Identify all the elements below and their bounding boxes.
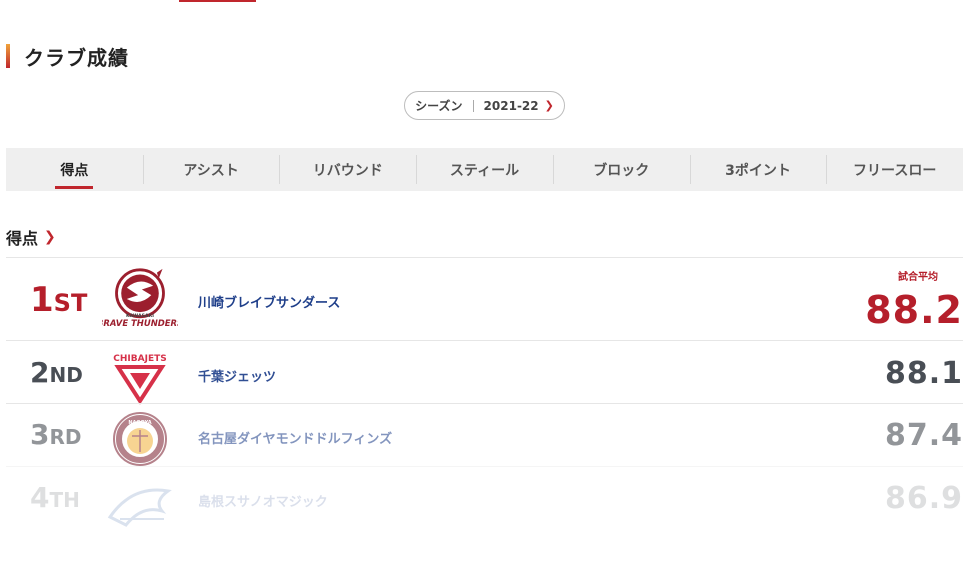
tab-rebounds[interactable]: リバウンド bbox=[279, 148, 416, 191]
stat-value: 88.2 bbox=[865, 288, 963, 332]
team-name-link[interactable]: 川崎ブレイブサンダース bbox=[198, 292, 340, 311]
category-heading-link[interactable]: 得点 ❯ bbox=[6, 225, 56, 249]
rank-label: 2ND bbox=[30, 356, 83, 389]
tab-3-points[interactable]: 3ポイント bbox=[689, 148, 827, 191]
list-divider bbox=[6, 403, 963, 404]
tab-steals[interactable]: スティール bbox=[416, 148, 553, 191]
ranking-row: 2ND CHIBAJETS 千葉ジェッツ 88.1 bbox=[6, 344, 963, 406]
chiba-jets-logo-icon: CHIBAJETS bbox=[113, 354, 167, 405]
top-accent-line bbox=[179, 0, 256, 2]
rank-number: 4 bbox=[30, 481, 50, 514]
ranking-row: 4TH 島根スサノオマジック 86.9 bbox=[6, 469, 963, 531]
rank-label: 4TH bbox=[30, 481, 80, 514]
logo-team-text: BRAVE THUNDERS bbox=[102, 318, 178, 328]
season-separator bbox=[472, 99, 474, 112]
chevron-down-icon: ❯ bbox=[544, 99, 554, 112]
chevron-right-icon: ❯ bbox=[44, 229, 56, 245]
season-value: 2021-22 bbox=[483, 98, 539, 113]
rank-suffix: TH bbox=[49, 488, 80, 512]
rank-suffix: ND bbox=[49, 363, 83, 387]
tab-points[interactable]: 得点 bbox=[6, 148, 143, 191]
rank-label: 3RD bbox=[30, 418, 82, 451]
list-divider bbox=[6, 340, 963, 341]
rank-suffix: RD bbox=[49, 425, 82, 449]
rank-suffix: ST bbox=[53, 289, 88, 317]
brave-thunders-logo-icon: KAWASAKI BRAVE THUNDERS bbox=[102, 268, 178, 328]
logo-team-text: CHIBAJETS bbox=[113, 354, 166, 364]
stat-value: 87.4 bbox=[884, 418, 963, 453]
section-title-bar bbox=[6, 44, 10, 68]
season-dropdown[interactable]: シーズン 2021-22 ❯ bbox=[404, 91, 565, 120]
section-title: クラブ成績 bbox=[6, 42, 129, 70]
season-label: シーズン bbox=[415, 99, 463, 113]
ranking-row: 1ST KAWASAKI BRAVE THUNDERS 川崎ブレイブサンダース … bbox=[6, 268, 963, 332]
section-title-text: クラブ成績 bbox=[24, 45, 129, 70]
shimane-susanoo-magic-logo-icon bbox=[107, 488, 172, 527]
tab-assists[interactable]: アシスト bbox=[142, 148, 280, 191]
category-heading-text: 得点 bbox=[6, 229, 39, 248]
team-name-link[interactable]: 名古屋ダイヤモンドドルフィンズ bbox=[198, 428, 392, 447]
team-name-link[interactable]: 島根スサノオマジック bbox=[198, 491, 328, 510]
list-divider bbox=[6, 257, 963, 258]
team-name-link[interactable]: 千葉ジェッツ bbox=[198, 366, 276, 385]
rank-number: 1 bbox=[30, 280, 54, 320]
tab-blocks[interactable]: ブロック bbox=[552, 148, 690, 191]
stat-tabs: 得点 アシスト リバウンド スティール ブロック 3ポイント フリースロー bbox=[6, 148, 963, 191]
list-divider bbox=[6, 466, 963, 467]
stat-value: 88.1 bbox=[884, 356, 963, 391]
tab-free-throws[interactable]: フリースロー bbox=[826, 148, 963, 191]
rank-number: 3 bbox=[30, 418, 50, 451]
ranking-row: 3RD NAGOYA 名古屋ダイヤモンドドルフィンズ 87.4 bbox=[6, 406, 963, 468]
rank-label: 1ST bbox=[30, 280, 87, 320]
nagoya-diamond-dolphins-logo-icon: NAGOYA bbox=[113, 412, 167, 466]
logo-city-text: NAGOYA bbox=[128, 420, 151, 426]
stat-value: 86.9 bbox=[884, 481, 963, 516]
rank-number: 2 bbox=[30, 356, 50, 389]
